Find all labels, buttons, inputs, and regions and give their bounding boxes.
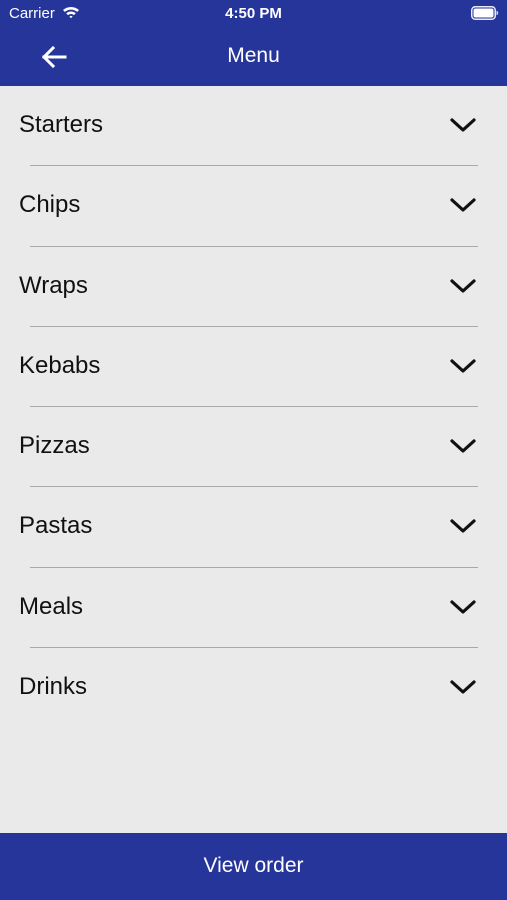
menu-item-label: Pizzas [19, 432, 90, 460]
menu-item-label: Chips [19, 191, 81, 219]
menu-item-label: Drinks [19, 673, 88, 701]
menu-item-chips[interactable]: Chips [0, 166, 507, 247]
menu-item-drinks[interactable]: Drinks [0, 648, 507, 728]
menu-item-kebabs[interactable]: Kebabs [0, 327, 507, 408]
chevron-down-icon[interactable] [450, 357, 476, 375]
menu-item-meals[interactable]: Meals [0, 568, 507, 649]
top-bar: Carrier 4:50 PM Menu [0, 0, 507, 86]
menu-item-pastas[interactable]: Pastas [0, 487, 507, 568]
menu-category-list: Starters Chips Wraps Kebabs Pizzas Pasta… [0, 86, 507, 728]
status-bar: Carrier 4:50 PM [0, 0, 507, 28]
view-order-button[interactable]: View order [0, 833, 507, 900]
menu-item-label: Meals [19, 592, 84, 620]
chevron-down-icon[interactable] [450, 678, 476, 696]
menu-item-wraps[interactable]: Wraps [0, 247, 507, 327]
page-title: Menu [227, 44, 280, 67]
battery-icon [471, 6, 499, 20]
status-time: 4:50 PM [225, 5, 282, 22]
menu-item-label: Kebabs [19, 351, 101, 379]
chevron-down-icon[interactable] [450, 598, 476, 616]
menu-item-label: Pastas [19, 512, 93, 540]
chevron-down-icon[interactable] [450, 517, 476, 535]
menu-item-label: Wraps [19, 271, 88, 299]
chevron-down-icon[interactable] [450, 277, 476, 295]
menu-item-pizzas[interactable]: Pizzas [0, 407, 507, 488]
chevron-down-icon[interactable] [450, 116, 476, 134]
navigation-bar: Menu [0, 28, 507, 86]
chevron-down-icon[interactable] [450, 196, 476, 214]
menu-item-starters[interactable]: Starters [0, 86, 507, 167]
chevron-down-icon[interactable] [450, 437, 476, 455]
menu-screen: Carrier 4:50 PM Menu Starters Chips Wrap… [0, 0, 507, 900]
menu-item-label: Starters [19, 111, 104, 138]
